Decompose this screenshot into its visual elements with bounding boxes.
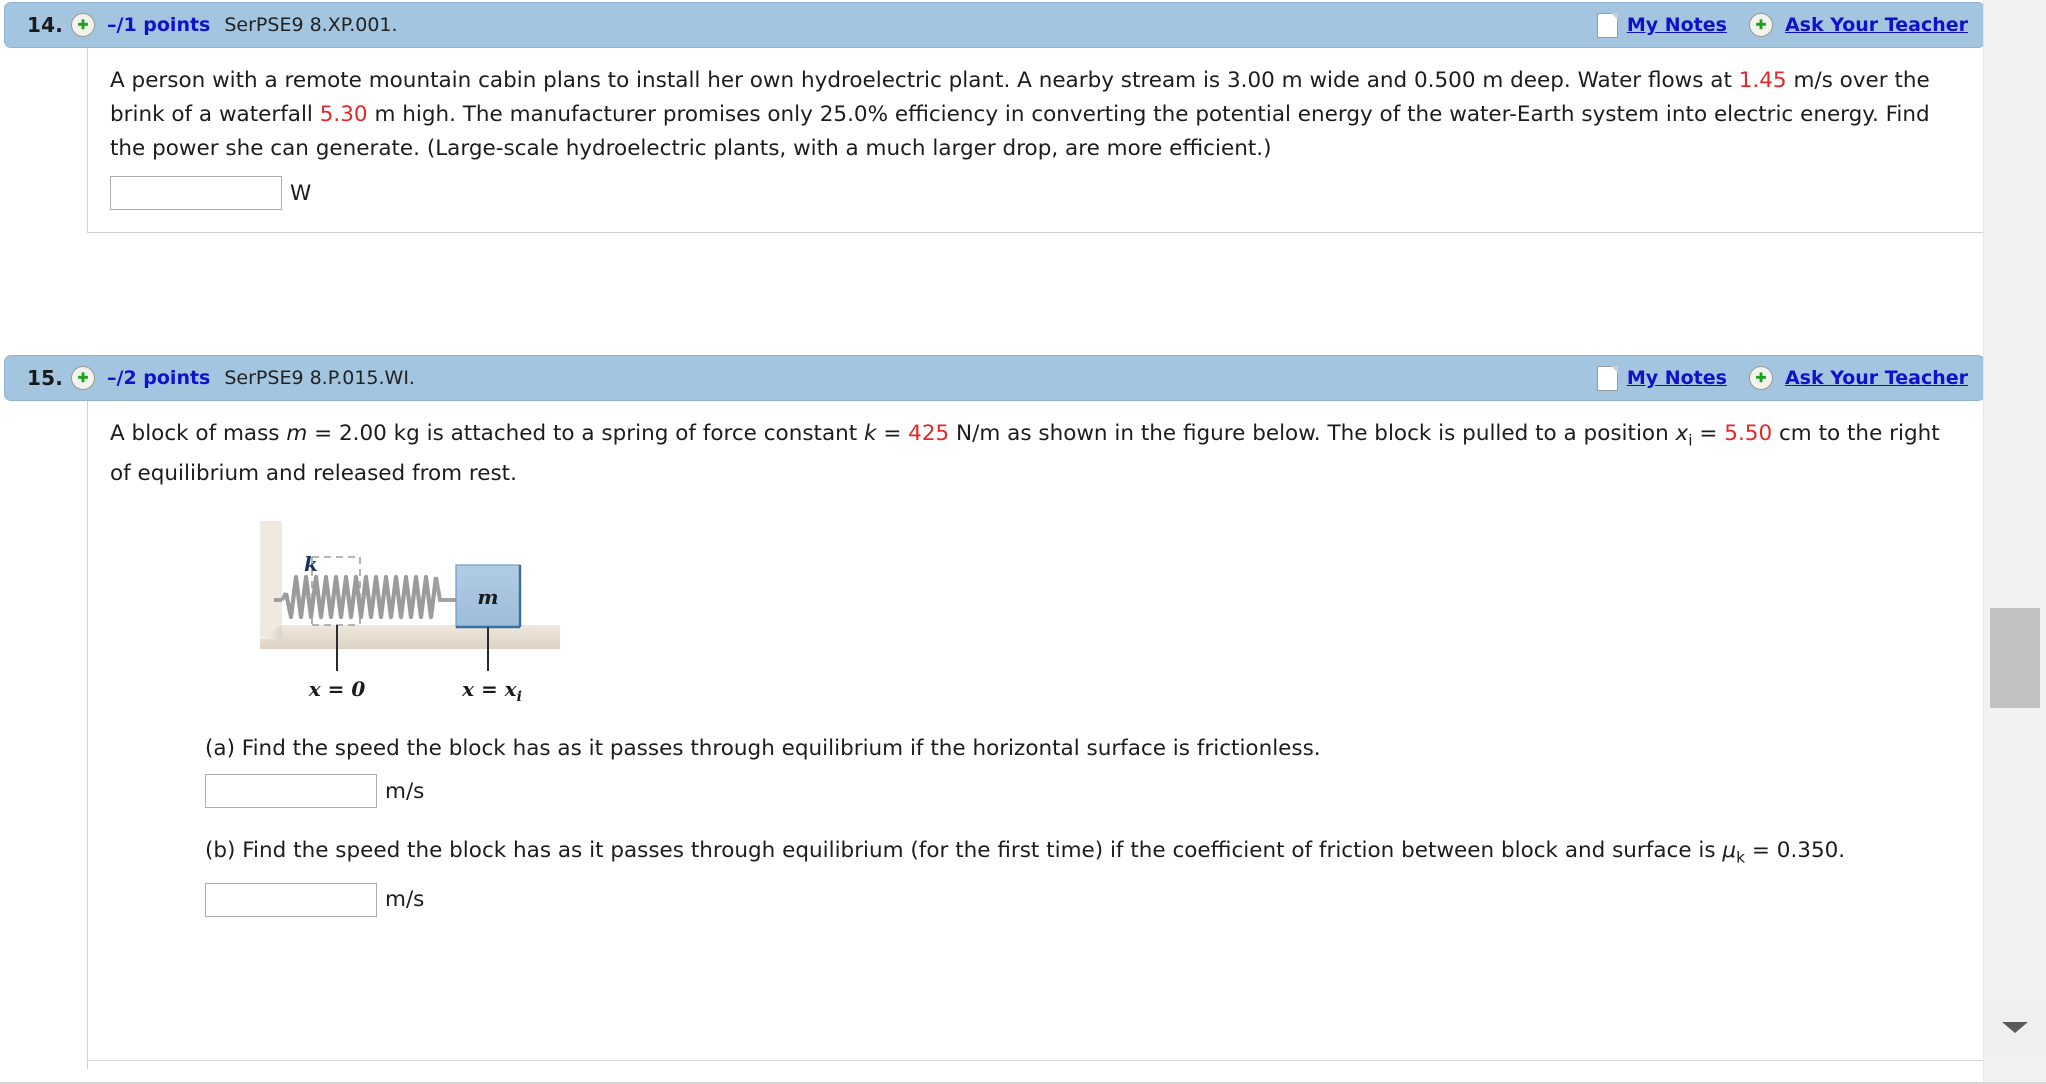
problem-14: 14. –/1 points SerPSE9 8.XP.001. My Note…	[4, 2, 1984, 233]
problem-15-code: SerPSE9 8.P.015.WI.	[224, 367, 415, 389]
problem-14-answer-unit: W	[290, 180, 312, 206]
block-mass-label: m	[477, 585, 498, 609]
content-divider	[87, 1014, 88, 1069]
problem-15-part-b-unit: m/s	[385, 887, 425, 913]
problem-14-header-actions: My Notes Ask Your Teacher	[1596, 12, 1968, 38]
x-equals-xi-label: x = xi	[461, 677, 522, 705]
problem-14-statement: A person with a remote mountain cabin pl…	[110, 64, 1964, 166]
problem-14-code: SerPSE9 8.XP.001.	[224, 14, 398, 36]
x-equals-zero-label: x = 0	[308, 677, 366, 701]
problem-14-points: –/1 points	[107, 14, 211, 36]
my-notes-page-icon[interactable]	[1596, 365, 1618, 391]
assignment-content: 14. –/1 points SerPSE9 8.XP.001. My Note…	[0, 0, 1984, 1084]
problem-15-points: –/2 points	[107, 367, 211, 389]
problem-14-answer-input[interactable]	[110, 176, 282, 210]
scrollbar-down-button[interactable]	[1984, 1000, 2046, 1055]
spring-constant-label: k	[304, 552, 318, 576]
value-height: 5.30	[319, 102, 368, 127]
problem-15-part-b-answer-row: m/s	[205, 882, 1964, 917]
problem-14-header: 14. –/1 points SerPSE9 8.XP.001. My Note…	[4, 2, 1984, 48]
my-notes-page-icon[interactable]	[1596, 12, 1618, 38]
ask-your-teacher-link[interactable]: Ask Your Teacher	[1785, 14, 1968, 36]
spring-block-diagram-svg: k m x = 0 x = xi	[260, 521, 560, 705]
statement-text: A person with a remote mountain cabin pl…	[110, 68, 1739, 93]
expand-plus-icon[interactable]	[71, 13, 95, 37]
expand-plus-icon[interactable]	[71, 366, 95, 390]
problem-15-body: A block of mass m = 2.00 kg is attached …	[87, 401, 1984, 1061]
problem-15-header-actions: My Notes Ask Your Teacher	[1596, 365, 1968, 391]
assignment-page: 14. –/1 points SerPSE9 8.XP.001. My Note…	[0, 0, 2046, 1084]
my-notes-link[interactable]: My Notes	[1627, 367, 1727, 389]
statement-text: m high. The manufacturer promises only 2…	[110, 102, 1930, 161]
ask-your-teacher-link[interactable]: Ask Your Teacher	[1785, 367, 1968, 389]
spring-block-figure-wrapper: k m x = 0 x = xi	[110, 521, 1964, 706]
problem-15-header: 15. –/2 points SerPSE9 8.P.015.WI. My No…	[4, 355, 1984, 401]
spring-block-figure: k m x = 0 x = xi	[260, 521, 560, 706]
my-notes-link[interactable]: My Notes	[1627, 14, 1727, 36]
problem-14-body: A person with a remote mountain cabin pl…	[87, 48, 1984, 233]
problem-15-part-b-prompt: (b) Find the speed the block has as it p…	[205, 838, 1846, 867]
problem-15-part-a-prompt: (a) Find the speed the block has as it p…	[205, 736, 1321, 762]
scrollbar-thumb[interactable]	[1990, 608, 2040, 708]
problem-15-part-b: (b) Find the speed the block has as it p…	[110, 834, 1964, 917]
problem-15-part-a-answer-row: m/s	[205, 774, 1964, 809]
ask-teacher-plus-icon[interactable]	[1748, 366, 1773, 390]
vertical-scrollbar[interactable]	[1983, 0, 2046, 1084]
chevron-down-icon	[2002, 1022, 2028, 1033]
value-speed: 1.45	[1738, 68, 1787, 93]
problem-15-statement: A block of mass m = 2.00 kg is attached …	[110, 421, 1940, 487]
problem-15-number: 15.	[27, 366, 64, 390]
problem-15-part-a-input[interactable]	[205, 774, 377, 809]
problem-15-part-a-unit: m/s	[385, 778, 425, 804]
problem-15-part-a: (a) Find the speed the block has as it p…	[110, 732, 1964, 809]
problem-15: 15. –/2 points SerPSE9 8.P.015.WI. My No…	[4, 355, 1984, 1061]
ask-teacher-plus-icon[interactable]	[1748, 13, 1773, 37]
problem-14-number: 14.	[27, 13, 64, 37]
problem-15-part-b-input[interactable]	[205, 882, 377, 917]
problem-14-answer-row: W	[110, 176, 1964, 210]
